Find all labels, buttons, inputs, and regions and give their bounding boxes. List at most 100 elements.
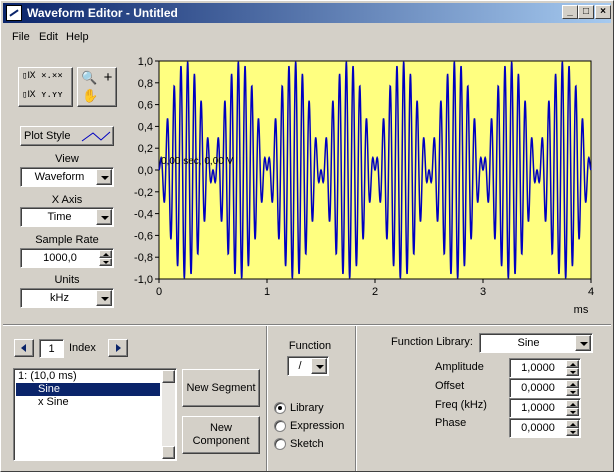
scrollbar-track[interactable] — [162, 383, 175, 446]
y-scale-format-button[interactable]: ▯Ⅸ ʏ.ʏʏ — [22, 90, 70, 104]
new-component-button[interactable]: New Component — [182, 416, 260, 454]
x-scale-format-button[interactable]: ▯Ⅸ ×.×× — [22, 71, 70, 85]
divider — [356, 326, 357, 471]
increment-icon[interactable] — [99, 250, 112, 258]
sample-rate-input[interactable]: 1000,0 — [20, 248, 114, 268]
amplitude-input[interactable]: 1,0000 — [509, 358, 581, 378]
increment-icon[interactable] — [566, 420, 579, 428]
decrement-icon[interactable] — [566, 368, 579, 376]
index-label: Index — [69, 342, 96, 354]
offset-input[interactable]: 0,0000 — [509, 378, 581, 398]
offset-value: 0,0000 — [521, 382, 555, 394]
y-tick-label: 0,2 — [138, 143, 153, 155]
x-tick-label: 1 — [264, 286, 270, 298]
x-tick-label: 2 — [372, 286, 378, 298]
index-input[interactable]: 1 — [39, 339, 64, 358]
list-item[interactable]: x Sine — [16, 396, 160, 409]
chevron-down-icon[interactable] — [575, 335, 591, 351]
amplitude-label: Amplitude — [435, 361, 484, 373]
list-item[interactable]: Sine — [16, 383, 160, 396]
x-tick-label: 4 — [588, 286, 594, 298]
y-tick-label: -0,2 — [134, 187, 153, 199]
divider — [3, 325, 611, 326]
scale-palette: ▯Ⅸ ×.×× ▯Ⅸ ʏ.ʏʏ — [18, 67, 73, 107]
arrow-left-icon — [21, 344, 26, 352]
close-button[interactable]: × — [595, 5, 611, 19]
amplitude-value: 1,0000 — [521, 362, 555, 374]
x-axis-value: Time — [47, 211, 72, 223]
x-tick-label: 0 — [156, 286, 162, 298]
increment-icon[interactable] — [566, 360, 579, 368]
increment-icon[interactable] — [566, 380, 579, 388]
x-axis-select[interactable]: Time — [20, 207, 114, 227]
radio-library[interactable] — [274, 402, 286, 414]
units-select[interactable]: kHz — [20, 288, 114, 308]
waveform-graph[interactable]: 1,0 0,8 0,6 0,4 0,2 0,0 -0,2 -0,4 -0,6 -0,8 -1,00 1… — [121, 51, 611, 316]
function-value: / — [298, 360, 302, 372]
zoom-icon[interactable]: 🔍 — [81, 70, 97, 86]
function-label: Function — [288, 340, 332, 352]
chevron-down-icon[interactable] — [96, 290, 112, 306]
plot-style-button[interactable]: Plot Style — [20, 126, 114, 146]
chevron-down-icon[interactable] — [311, 358, 327, 374]
y-tick-label: -0,6 — [134, 230, 153, 242]
graph-tools-palette: 🔍 + ✋ — [77, 67, 117, 107]
phase-input[interactable]: 0,0000 — [509, 418, 581, 438]
y-tick-label: 0,0 — [138, 165, 153, 177]
index-next-button[interactable] — [108, 339, 128, 357]
waveform-editor-window: Waveform Editor - Untitled _ □ × File Ed… — [0, 0, 614, 472]
radio-sketch[interactable] — [274, 438, 286, 450]
phase-label: Phase — [435, 417, 467, 429]
scroll-up-button[interactable] — [162, 370, 175, 383]
list-item[interactable]: 1: (10,0 ms) — [16, 370, 160, 383]
radio-sketch-label: Sketch — [290, 438, 324, 450]
y-tick-label: 1,0 — [138, 56, 153, 68]
function-select[interactable]: / — [287, 356, 329, 376]
function-library-select[interactable]: Sine — [479, 333, 593, 353]
index-prev-button[interactable] — [14, 339, 34, 357]
app-icon — [6, 5, 22, 21]
decrement-icon[interactable] — [566, 408, 579, 416]
scroll-down-button[interactable] — [162, 446, 175, 459]
pan-hand-icon[interactable]: ✋ — [82, 88, 98, 104]
units-label: Units — [54, 274, 80, 286]
x-axis-label: X Axis — [51, 194, 83, 206]
view-select[interactable]: Waveform — [20, 167, 114, 187]
radio-expression-label: Expression — [290, 420, 345, 432]
crosshair-icon[interactable]: + — [100, 69, 116, 86]
chevron-down-icon[interactable] — [96, 209, 112, 225]
menu-help[interactable]: Help — [66, 31, 89, 43]
arrow-right-icon — [116, 344, 121, 352]
view-value: Waveform — [34, 171, 85, 183]
decrement-icon[interactable] — [99, 258, 112, 266]
minimize-button[interactable]: _ — [562, 5, 578, 19]
menu-file[interactable]: File — [12, 31, 30, 43]
segment-list[interactable]: 1: (10,0 ms) Sine x Sine — [13, 368, 177, 461]
title-bar: Waveform Editor - Untitled _ □ × — [3, 3, 611, 23]
radio-expression[interactable] — [274, 420, 286, 432]
y-tick-label: -1,0 — [134, 274, 153, 286]
y-tick-label: -0,4 — [134, 209, 153, 221]
freq-input[interactable]: 1,0000 — [509, 398, 581, 418]
y-tick-label: -0,8 — [134, 252, 153, 264]
plot-style-line-icon — [81, 131, 111, 142]
decrement-icon[interactable] — [566, 428, 579, 436]
menu-edit[interactable]: Edit — [39, 31, 58, 43]
function-library-value: Sine — [517, 337, 540, 349]
units-value: kHz — [50, 292, 69, 304]
freq-value: 1,0000 — [521, 402, 555, 414]
y-tick-label: 0,4 — [138, 121, 153, 133]
divider — [267, 326, 268, 471]
offset-label: Offset — [435, 380, 465, 392]
function-library-label: Function Library: — [391, 336, 473, 348]
new-segment-button[interactable]: New Segment — [182, 369, 260, 407]
increment-icon[interactable] — [566, 400, 579, 408]
sample-rate-value: 1000,0 — [43, 252, 77, 264]
y-tick-label: 0,8 — [138, 78, 153, 90]
window-title: Waveform Editor - Untitled — [27, 6, 178, 20]
maximize-button[interactable]: □ — [578, 5, 594, 19]
view-label: View — [55, 153, 79, 165]
plot-style-label: Plot Style — [24, 130, 71, 142]
decrement-icon[interactable] — [566, 388, 579, 396]
chevron-down-icon[interactable] — [96, 169, 112, 185]
